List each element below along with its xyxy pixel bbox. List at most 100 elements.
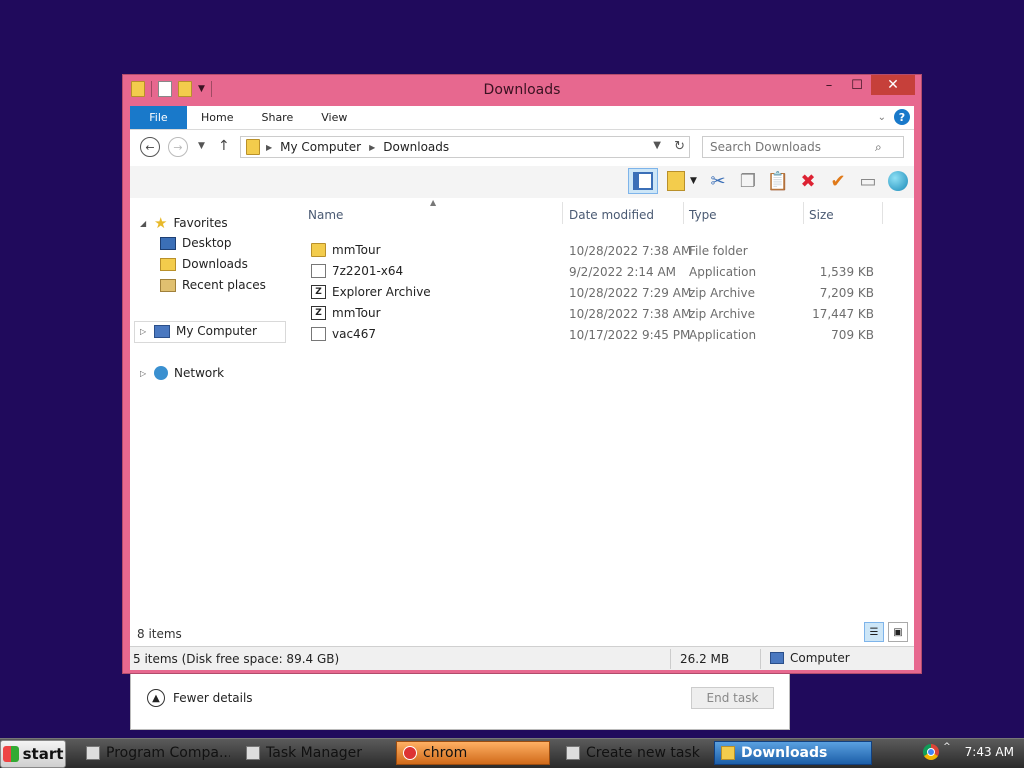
folder-icon bbox=[721, 746, 735, 760]
rename-icon: ▭ bbox=[859, 170, 877, 192]
tab-home[interactable]: Home bbox=[187, 106, 247, 129]
location-folder-icon bbox=[246, 139, 260, 155]
clock[interactable]: 7:43 AM bbox=[965, 745, 1014, 759]
file-row[interactable]: Z mmTour 10/28/2022 7:38 AM zip Archive … bbox=[302, 303, 914, 324]
breadcrumb-my-computer[interactable]: My Computer bbox=[280, 140, 361, 154]
expand-ribbon-icon[interactable]: ⌄ bbox=[878, 112, 886, 123]
end-task-button[interactable]: End task bbox=[691, 687, 774, 709]
column-type[interactable]: Type bbox=[689, 208, 717, 222]
paste-button[interactable]: 📋 bbox=[766, 168, 790, 194]
file-size: 7,209 KB bbox=[819, 286, 874, 300]
details-view-button[interactable]: ☰ bbox=[864, 622, 884, 642]
network-share-button[interactable] bbox=[886, 168, 910, 194]
status-selection: 5 items (Disk free space: 89.4 GB) bbox=[133, 652, 340, 666]
search-input[interactable] bbox=[710, 140, 875, 154]
clipboard-icon: 📋 bbox=[766, 170, 790, 192]
select-button[interactable]: ✔ bbox=[826, 168, 850, 194]
maximize-button[interactable]: ☐ bbox=[843, 75, 871, 95]
tray-expand-icon[interactable]: ^ bbox=[943, 742, 951, 752]
taskbar-item-downloads[interactable]: Downloads bbox=[714, 741, 872, 765]
taskbar-item-chrom[interactable]: chrom bbox=[396, 741, 550, 765]
column-divider[interactable] bbox=[683, 202, 684, 224]
fewer-details-label: Fewer details bbox=[173, 691, 253, 705]
file-row[interactable]: vac467 10/17/2022 9:45 PM Application 70… bbox=[302, 324, 914, 345]
address-dropdown-icon[interactable]: ▼ bbox=[653, 140, 661, 151]
start-button[interactable]: start bbox=[0, 740, 66, 768]
column-name[interactable]: Name bbox=[308, 208, 343, 222]
back-button[interactable]: ← bbox=[140, 137, 160, 157]
column-size[interactable]: Size bbox=[809, 208, 834, 222]
file-name: 7z2201-x64 bbox=[332, 264, 404, 278]
large-icons-view-icon: ▣ bbox=[893, 626, 903, 638]
nav-downloads[interactable]: Downloads bbox=[160, 257, 248, 271]
preview-pane-button[interactable] bbox=[628, 168, 658, 194]
up-level-icon[interactable]: ↑ bbox=[218, 138, 230, 154]
column-divider[interactable] bbox=[803, 202, 804, 224]
run-dialog-icon bbox=[566, 746, 580, 760]
globe-icon bbox=[888, 171, 908, 191]
file-name: vac467 bbox=[332, 327, 376, 341]
toolbar-buttons: ▼ ✂ ❐ 📋 ✖ ✔ ▭ bbox=[628, 168, 910, 194]
delete-button[interactable]: ✖ bbox=[796, 168, 820, 194]
copy-button[interactable]: ❐ bbox=[736, 168, 760, 194]
file-date: 10/28/2022 7:29 AM bbox=[569, 286, 692, 300]
downloads-folder-icon bbox=[160, 257, 176, 271]
file-type: zip Archive bbox=[689, 286, 755, 300]
address-bar[interactable]: ▶ My Computer ▶ Downloads ▼ ↻ bbox=[240, 136, 690, 158]
file-row[interactable]: mmTour 10/28/2022 7:38 AM File folder bbox=[302, 240, 914, 261]
taskbar-item-task-manager[interactable]: Task Manager bbox=[240, 741, 390, 765]
item-count: 8 items bbox=[137, 627, 182, 641]
taskbar: start Program Compa... Task Manager chro… bbox=[0, 738, 1024, 768]
file-name-cell: Z mmTour bbox=[311, 306, 381, 320]
file-name-cell: 7z2201-x64 bbox=[311, 264, 403, 278]
file-date: 10/28/2022 7:38 AM bbox=[569, 244, 692, 258]
breadcrumb-separator-icon[interactable]: ▶ bbox=[369, 143, 375, 152]
status-location: Computer bbox=[770, 651, 850, 665]
title-bar[interactable]: ▼ Downloads – ☐ ✕ bbox=[123, 75, 921, 105]
file-row[interactable]: 7z2201-x64 9/2/2022 2:14 AM Application … bbox=[302, 261, 914, 282]
nav-network[interactable]: ▷ Network bbox=[140, 366, 224, 380]
forward-button[interactable]: → bbox=[168, 137, 188, 157]
recent-locations-dropdown-icon[interactable]: ▼ bbox=[198, 141, 205, 151]
refresh-icon[interactable]: ↻ bbox=[674, 139, 685, 154]
search-icon[interactable]: ⌕ bbox=[875, 140, 882, 155]
file-date: 10/28/2022 7:38 AM bbox=[569, 307, 692, 321]
properties-button[interactable]: ▼ bbox=[664, 168, 700, 194]
file-name: mmTour bbox=[332, 243, 381, 257]
status-divider bbox=[760, 649, 761, 669]
tab-share[interactable]: Share bbox=[247, 106, 307, 129]
file-row[interactable]: Z Explorer Archive 10/28/2022 7:29 AM zi… bbox=[302, 282, 914, 303]
breadcrumb-downloads[interactable]: Downloads bbox=[383, 140, 449, 154]
tab-view[interactable]: View bbox=[307, 106, 361, 129]
fewer-details-button[interactable]: ▲ Fewer details bbox=[147, 689, 253, 707]
tab-file[interactable]: File bbox=[130, 106, 187, 129]
application-icon bbox=[311, 264, 326, 278]
help-icon[interactable]: ? bbox=[894, 109, 910, 125]
cut-button[interactable]: ✂ bbox=[706, 168, 730, 194]
search-box[interactable]: ⌕ bbox=[702, 136, 904, 158]
rename-button[interactable]: ▭ bbox=[856, 168, 880, 194]
taskbar-item-create-new-task[interactable]: Create new task bbox=[560, 741, 708, 765]
expand-arrow-icon[interactable]: ◢ bbox=[140, 219, 148, 228]
file-type: Application bbox=[689, 328, 757, 342]
chrome-icon[interactable] bbox=[923, 744, 940, 760]
nav-my-computer[interactable]: ▷ My Computer bbox=[140, 324, 257, 338]
large-icons-view-button[interactable]: ▣ bbox=[888, 622, 908, 642]
column-date-modified[interactable]: Date modified bbox=[569, 208, 654, 222]
minimize-button[interactable]: – bbox=[815, 75, 843, 95]
expand-arrow-icon[interactable]: ▷ bbox=[140, 327, 148, 336]
nav-favorites[interactable]: ◢ ★ Favorites bbox=[140, 214, 228, 232]
file-type: Application bbox=[689, 265, 757, 279]
column-divider[interactable] bbox=[562, 202, 563, 224]
scissors-icon: ✂ bbox=[710, 170, 726, 192]
window-client: File Home Share View ⌄ ? ← → ▼ ↑ ▶ My Co… bbox=[130, 106, 914, 670]
file-size: 709 KB bbox=[831, 328, 874, 342]
expand-arrow-icon[interactable]: ▷ bbox=[140, 369, 148, 378]
taskbar-item-program-compatibility[interactable]: Program Compa... bbox=[80, 741, 230, 765]
nav-recent-places[interactable]: Recent places bbox=[160, 278, 266, 292]
star-icon: ★ bbox=[154, 214, 168, 232]
close-button[interactable]: ✕ bbox=[871, 75, 915, 95]
nav-desktop[interactable]: Desktop bbox=[160, 236, 232, 250]
column-divider[interactable] bbox=[882, 202, 883, 224]
breadcrumb-separator-icon[interactable]: ▶ bbox=[266, 143, 272, 152]
